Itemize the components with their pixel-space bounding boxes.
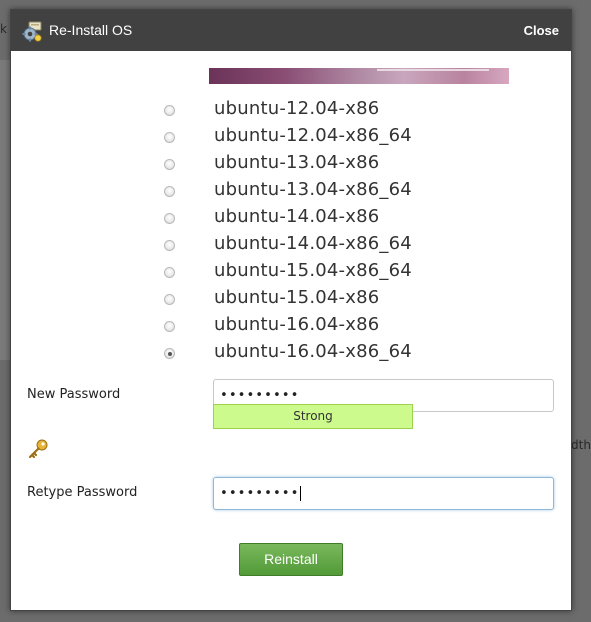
os-option-label: ubuntu-14.04-x86	[214, 206, 380, 227]
os-option-label: ubuntu-16.04-x86_64	[214, 341, 412, 362]
retype-password-input[interactable]: •••••••••	[213, 477, 554, 510]
os-radio[interactable]	[164, 105, 175, 116]
key-icon[interactable]	[27, 438, 49, 460]
os-radio[interactable]	[164, 294, 175, 305]
os-option[interactable]: ubuntu-12.04-x86_64	[11, 123, 571, 150]
new-password-value: •••••••••	[220, 388, 300, 403]
os-radio[interactable]	[164, 240, 175, 251]
os-option-label: ubuntu-13.04-x86	[214, 152, 380, 173]
os-option[interactable]: ubuntu-12.04-x86	[11, 96, 571, 123]
os-option[interactable]: ubuntu-15.04-x86	[11, 285, 571, 312]
background-fragment: dth	[571, 438, 591, 452]
os-option-label: ubuntu-12.04-x86_64	[214, 125, 412, 146]
os-option[interactable]: ubuntu-16.04-x86_64	[11, 339, 571, 366]
new-password-label: New Password	[27, 387, 121, 402]
os-radio[interactable]	[164, 213, 175, 224]
os-preview-image	[209, 68, 509, 84]
os-radio[interactable]	[164, 132, 175, 143]
retype-password-value: •••••••••	[220, 486, 300, 501]
reinstall-gear-icon	[22, 21, 42, 42]
retype-password-label: Retype Password	[27, 485, 138, 500]
os-option-label: ubuntu-15.04-x86_64	[214, 260, 412, 281]
reinstall-button[interactable]: Reinstall	[239, 543, 343, 576]
os-option[interactable]: ubuntu-14.04-x86_64	[11, 231, 571, 258]
password-strength-badge: Strong	[213, 404, 413, 429]
background-fragment: k	[0, 22, 7, 36]
dialog-title: Re-Install OS	[49, 22, 133, 38]
os-option-label: ubuntu-15.04-x86	[214, 287, 380, 308]
dialog-titlebar: Re-Install OS Close	[11, 10, 571, 51]
os-option[interactable]: ubuntu-13.04-x86	[11, 150, 571, 177]
background-panel-left	[0, 60, 10, 360]
os-option-label: ubuntu-16.04-x86	[214, 314, 380, 335]
os-option[interactable]: ubuntu-16.04-x86	[11, 312, 571, 339]
os-option-label: ubuntu-12.04-x86	[214, 98, 380, 119]
os-radio[interactable]	[164, 186, 175, 197]
os-option[interactable]: ubuntu-14.04-x86	[11, 204, 571, 231]
os-option-label: ubuntu-13.04-x86_64	[214, 179, 412, 200]
os-option[interactable]: ubuntu-15.04-x86_64	[11, 258, 571, 285]
os-radio[interactable]	[164, 348, 175, 359]
os-radio[interactable]	[164, 321, 175, 332]
os-option-label: ubuntu-14.04-x86_64	[214, 233, 412, 254]
os-option[interactable]: ubuntu-13.04-x86_64	[11, 177, 571, 204]
os-radio[interactable]	[164, 267, 175, 278]
text-caret	[300, 486, 302, 501]
dialog-content: ubuntu-12.04-x86 ubuntu-12.04-x86_64 ubu…	[11, 52, 571, 610]
close-button[interactable]: Close	[524, 23, 559, 38]
os-radio[interactable]	[164, 159, 175, 170]
reinstall-os-dialog: Re-Install OS Close ubuntu-12.04-x86 ubu…	[10, 9, 572, 611]
